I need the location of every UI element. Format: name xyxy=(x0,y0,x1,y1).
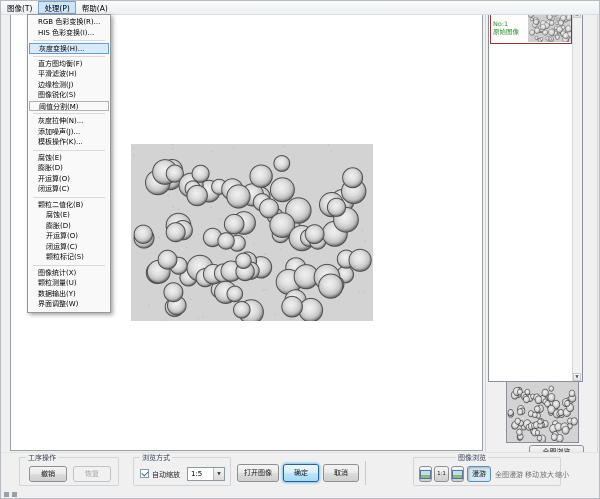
status-bar xyxy=(1,488,600,499)
menu-item-15[interactable]: 腐蚀(E) xyxy=(29,153,109,164)
open-image-button[interactable]: 打开图像 xyxy=(237,464,279,482)
image-browse-group: 图像浏览 1:1 漫游 全图漫游 移动 放大 缩小 xyxy=(413,457,561,486)
menu-item-0[interactable]: RGB 色彩变换(R)... xyxy=(29,17,109,28)
menu-item-23[interactable]: 开运算(O) xyxy=(29,231,109,242)
browse-label-full[interactable]: 全图漫游 xyxy=(495,470,523,480)
menu-separator xyxy=(33,150,105,151)
menu-image[interactable]: 图像(T) xyxy=(1,1,38,14)
particle-image xyxy=(131,144,373,321)
scroll-down-icon[interactable]: ▼ xyxy=(573,373,581,381)
browse-label-move[interactable]: 移动 xyxy=(525,470,539,480)
menu-item-30[interactable]: 界面调整(W) xyxy=(29,299,109,310)
cancel-button[interactable]: 取消 xyxy=(323,464,359,482)
bottom-toolbar: 工序操作 撤销 恢复 浏览方式 自动缩放 1:5 ▼ 打开图像 确定 取消 图像… xyxy=(1,452,600,489)
menu-item-6[interactable]: 平滑滤波(H) xyxy=(29,69,109,80)
menu-item-29[interactable]: 数据输出(Y) xyxy=(29,289,109,300)
menu-process[interactable]: 处理(P) xyxy=(38,1,75,14)
status-grid-icon xyxy=(12,492,17,497)
menu-item-7[interactable]: 边缘检测(J) xyxy=(29,80,109,91)
chevron-down-icon[interactable]: ▼ xyxy=(213,468,224,480)
image-list-panel: No:1 原始图像 ▲ ▼ 全图浏览 xyxy=(485,5,598,463)
auto-zoom-checkbox[interactable] xyxy=(140,469,149,478)
image-tool-button[interactable] xyxy=(419,466,432,482)
menu-item-13[interactable]: 模板操作(K)... xyxy=(29,137,109,148)
history-group-label: 工序操作 xyxy=(26,453,58,463)
actual-size-button[interactable]: 1:1 xyxy=(434,466,449,482)
list-item-index: No:1 xyxy=(493,20,528,28)
menu-separator xyxy=(33,265,105,266)
menu-item-16[interactable]: 膨胀(D) xyxy=(29,163,109,174)
list-item-thumbnail xyxy=(528,14,571,42)
undo-button[interactable]: 撤销 xyxy=(29,466,67,482)
app-window: 图像(T) 处理(P) 帮助(A) RGB 色彩变换(R)...HIS 色彩变换… xyxy=(0,0,600,499)
view-mode-group-label: 浏览方式 xyxy=(140,453,172,463)
list-item-name: 原始图像 xyxy=(493,28,528,36)
menu-separator xyxy=(33,40,105,41)
browse-label-zoom-out[interactable]: 缩小 xyxy=(555,470,569,480)
menu-separator xyxy=(33,113,105,114)
menu-item-5[interactable]: 直方图均衡(F) xyxy=(29,59,109,70)
image-browse-group-label: 图像浏览 xyxy=(456,453,488,463)
menu-item-11[interactable]: 灰度拉伸(N)... xyxy=(29,116,109,127)
menu-item-17[interactable]: 开运算(O) xyxy=(29,174,109,185)
menu-item-8[interactable]: 图像锐化(S) xyxy=(29,90,109,101)
picture-icon xyxy=(420,470,431,479)
browse-label-zoom-in[interactable]: 放大 xyxy=(540,470,554,480)
picture-icon xyxy=(452,470,463,479)
menu-item-12[interactable]: 添加噪声(J)... xyxy=(29,127,109,138)
menu-item-21[interactable]: 腐蚀(E) xyxy=(29,210,109,221)
list-item-label: No:1 原始图像 xyxy=(491,20,528,36)
thumbnail-tool-button[interactable] xyxy=(451,466,464,482)
redo-button[interactable]: 恢复 xyxy=(73,466,111,482)
image-list[interactable]: No:1 原始图像 ▲ ▼ xyxy=(488,9,583,382)
zoom-ratio-combobox[interactable]: 1:5 ▼ xyxy=(187,467,225,481)
menu-separator xyxy=(33,197,105,198)
list-item-original[interactable]: No:1 原始图像 xyxy=(490,11,572,44)
status-grid-icon xyxy=(4,492,9,497)
auto-zoom-label: 自动缩放 xyxy=(152,470,180,480)
menu-item-22[interactable]: 膨胀(D) xyxy=(29,221,109,232)
navigator-thumbnail[interactable] xyxy=(506,381,579,443)
menu-help[interactable]: 帮助(A) xyxy=(76,1,114,14)
list-scrollbar[interactable]: ▲ ▼ xyxy=(572,10,582,381)
history-group: 工序操作 撤销 恢复 xyxy=(19,457,119,486)
ok-button[interactable]: 确定 xyxy=(283,464,319,482)
menu-item-18[interactable]: 闭运算(C) xyxy=(29,184,109,195)
zoom-ratio-value: 1:5 xyxy=(191,470,202,478)
pan-tool-button[interactable]: 漫游 xyxy=(467,466,491,482)
view-mode-group: 浏览方式 自动缩放 1:5 ▼ xyxy=(133,457,231,486)
menu-item-24[interactable]: 闭运算(C) xyxy=(29,242,109,253)
processing-menu-popup: RGB 色彩变换(R)...HIS 色彩变换(I)... 灰度变换(H)... 直方… xyxy=(27,14,111,313)
menu-item-28[interactable]: 颗粒测量(U) xyxy=(29,278,109,289)
menu-item-25[interactable]: 颗粒标记(S) xyxy=(29,252,109,263)
menu-separator xyxy=(33,56,105,57)
menu-item-1[interactable]: HIS 色彩变换(I)... xyxy=(29,28,109,39)
menu-item-27[interactable]: 图像统计(X) xyxy=(29,268,109,279)
menu-item-3[interactable]: 灰度变换(H)... xyxy=(29,43,109,54)
menu-item-20[interactable]: 颗粒二值化(B) xyxy=(29,200,109,211)
menu-bar: 图像(T) 处理(P) 帮助(A) xyxy=(1,1,599,15)
menu-item-9[interactable]: 阈值分割(M) xyxy=(29,101,109,112)
toolbar-divider xyxy=(365,461,366,485)
